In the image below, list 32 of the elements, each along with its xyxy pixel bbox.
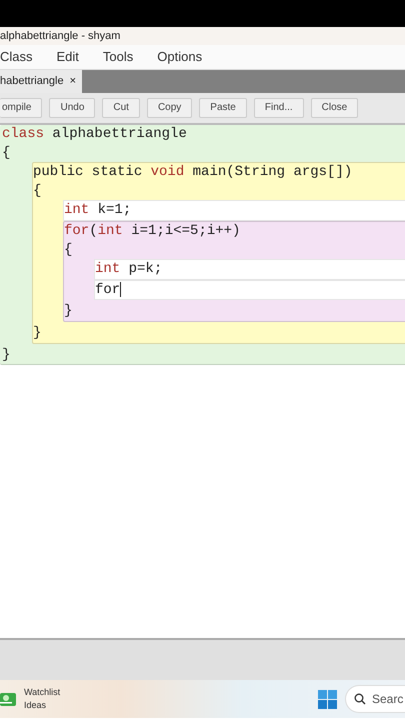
- close-icon[interactable]: ×: [70, 73, 76, 90]
- code-line: public static void main(String args[]): [33, 163, 354, 182]
- code-line: for(int i=1;i<=5;i++): [64, 222, 242, 241]
- toolbar-button[interactable]: Cut: [102, 98, 140, 118]
- window-title: alphabettriangle - shyam: [0, 30, 120, 42]
- toolbar-button[interactable]: Undo: [49, 98, 96, 118]
- code-line: int k=1;: [64, 201, 132, 220]
- widget-subtitle: Ideas: [24, 699, 48, 712]
- widget-title[interactable]: Watchlist: [24, 686, 60, 699]
- toolbar-button[interactable]: Close: [310, 98, 358, 118]
- toolbar-button[interactable]: Copy: [146, 98, 192, 118]
- menu-item[interactable]: Edit: [44, 47, 91, 67]
- search-field[interactable]: Searc: [345, 685, 405, 713]
- menu-item[interactable]: Class: [0, 47, 45, 67]
- code-line: {: [64, 240, 74, 260]
- code-line: int p=k;: [95, 260, 164, 279]
- code-line: {: [33, 182, 42, 200]
- code-line: for: [95, 280, 122, 300]
- code-line: class alphabettriangle: [2, 125, 188, 144]
- code-line: }: [33, 324, 42, 343]
- code-line: }: [2, 346, 12, 364]
- toolbar-button[interactable]: Find...: [254, 98, 304, 118]
- windows-start-icon[interactable]: [318, 690, 337, 708]
- code-line: }: [64, 302, 74, 321]
- toolbar-button[interactable]: ompile: [0, 98, 42, 118]
- menu-item[interactable]: Tools: [90, 47, 146, 67]
- menu-item[interactable]: Options: [145, 47, 214, 67]
- code-line: {: [2, 144, 12, 162]
- search-icon: [354, 693, 366, 705]
- editor-tab[interactable]: habettriangle ×: [0, 70, 82, 93]
- toolbar-button[interactable]: Paste: [199, 98, 247, 118]
- tab-label: habettriangle: [0, 74, 64, 90]
